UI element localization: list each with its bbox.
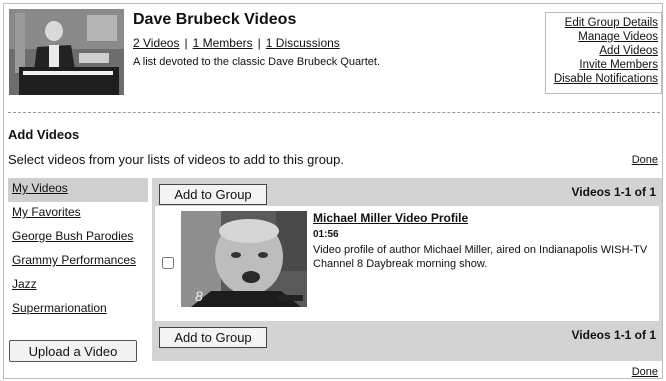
- group-description: A list devoted to the classic Dave Brube…: [133, 56, 381, 68]
- list-item-my-videos[interactable]: My Videos: [8, 178, 148, 202]
- video-selection-panel: Add to Group Videos 1-1 of 1 8 Michael M…: [152, 178, 662, 361]
- invite-members-link[interactable]: Invite Members: [546, 58, 658, 72]
- video-select-checkbox[interactable]: [162, 257, 174, 269]
- group-thumbnail-image: [9, 9, 124, 95]
- disable-notifications-link[interactable]: Disable Notifications: [546, 72, 658, 86]
- group-stats: 2 Videos | 1 Members | 1 Discussions: [133, 36, 340, 50]
- video-thumbnail[interactable]: 8: [181, 211, 307, 307]
- stats-separator: |: [257, 36, 261, 50]
- stats-separator: |: [184, 36, 188, 50]
- done-link-bottom[interactable]: Done: [632, 366, 658, 378]
- video-lists-nav: My Videos My Favorites George Bush Parod…: [8, 178, 148, 322]
- done-link-top[interactable]: Done: [632, 154, 658, 166]
- manage-videos-link[interactable]: Manage Videos: [546, 30, 658, 44]
- list-item-jazz[interactable]: Jazz: [8, 274, 148, 298]
- add-to-group-button-top[interactable]: Add to Group: [159, 184, 267, 205]
- video-title-link[interactable]: Michael Miller Video Profile: [313, 211, 468, 225]
- edit-group-details-link[interactable]: Edit Group Details: [546, 16, 658, 30]
- videos-count-bottom: Videos 1-1 of 1: [571, 328, 656, 342]
- video-row: 8 Michael Miller Video Profile 01:56 Vid…: [155, 206, 659, 321]
- video-thumbnail-image: 8: [181, 211, 307, 307]
- group-thumbnail[interactable]: [9, 9, 124, 95]
- list-item-grammy-performances[interactable]: Grammy Performances: [8, 250, 148, 274]
- add-videos-instructions: Select videos from your lists of videos …: [8, 152, 345, 167]
- add-videos-heading: Add Videos: [8, 127, 80, 142]
- section-divider: [8, 112, 660, 113]
- add-to-group-button-bottom[interactable]: Add to Group: [159, 327, 267, 348]
- members-count-link[interactable]: 1 Members: [193, 36, 253, 50]
- add-videos-link[interactable]: Add Videos: [546, 44, 658, 58]
- panel-toolbar-top: Add to Group Videos 1-1 of 1: [152, 178, 662, 206]
- videos-count-link[interactable]: 2 Videos: [133, 36, 179, 50]
- upload-video-button[interactable]: Upload a Video: [9, 340, 137, 362]
- list-item-my-favorites[interactable]: My Favorites: [8, 202, 148, 226]
- list-item-george-bush-parodies[interactable]: George Bush Parodies: [8, 226, 148, 250]
- discussions-count-link[interactable]: 1 Discussions: [266, 36, 340, 50]
- group-title: Dave Brubeck Videos: [133, 11, 297, 28]
- group-admin-menu: Edit Group Details Manage Videos Add Vid…: [545, 12, 662, 94]
- svg-text:8: 8: [195, 288, 203, 304]
- panel-toolbar-bottom: Add to Group Videos 1-1 of 1: [152, 321, 662, 349]
- video-description: Video profile of author Michael Miller, …: [313, 244, 648, 270]
- videos-count-top: Videos 1-1 of 1: [571, 185, 656, 199]
- video-duration: 01:56: [313, 229, 339, 240]
- list-item-supermarionation[interactable]: Supermarionation: [8, 298, 148, 322]
